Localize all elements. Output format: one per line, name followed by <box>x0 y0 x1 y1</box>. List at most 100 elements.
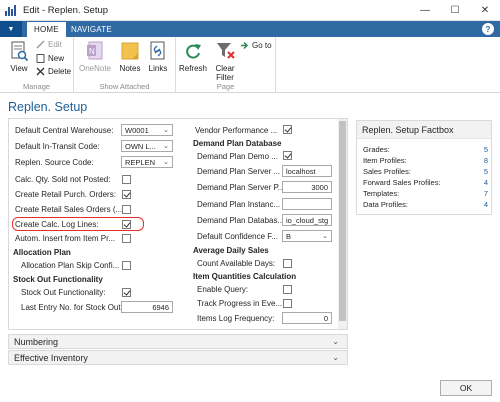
notes-icon <box>120 40 140 62</box>
demand-plan-demo-checkbox[interactable] <box>283 151 292 160</box>
view-button[interactable]: View <box>4 40 34 73</box>
chevron-down-icon: ⌄ <box>163 159 169 166</box>
goto-label: Go to <box>252 41 272 50</box>
field-label: Stock Out Functionality: <box>21 287 106 297</box>
onenote-button[interactable]: N OneNote <box>78 40 112 73</box>
pencil-icon <box>36 40 45 49</box>
app-menu-button[interactable]: ▼ <box>0 21 22 37</box>
links-button[interactable]: Links <box>144 40 172 73</box>
tab-home[interactable]: HOME <box>27 22 66 37</box>
demand-plan-database-field[interactable]: io_cloud_stg <box>282 214 332 226</box>
factbox-label: Forward Sales Profiles: <box>363 178 441 187</box>
maximize-button[interactable]: ☐ <box>440 0 470 21</box>
create-retail-sales-orders-checkbox[interactable] <box>122 205 131 214</box>
field-label: Default Confidence F... <box>197 231 278 241</box>
links-icon <box>148 40 168 62</box>
close-button[interactable]: ✕ <box>470 0 500 21</box>
allocation-plan-header: Allocation Plan <box>13 247 71 257</box>
field-label: Demand Plan Databas... <box>197 215 285 225</box>
stock-out-functionality-checkbox[interactable] <box>122 288 131 297</box>
factbox-value-link[interactable]: 4 <box>484 200 488 210</box>
demand-plan-instance-field[interactable] <box>282 198 332 210</box>
new-button[interactable]: New <box>36 54 64 63</box>
page-caption: Page <box>216 82 235 91</box>
vendor-performance-checkbox[interactable] <box>283 125 292 134</box>
factbox-value-link[interactable]: 8 <box>484 156 488 166</box>
delete-button[interactable]: Delete <box>36 67 71 76</box>
create-retail-purch-orders-checkbox[interactable] <box>122 190 131 199</box>
factbox-label: Data Profiles: <box>363 200 409 209</box>
replen-source-code-select[interactable]: REPLEN ⌄ <box>121 156 173 168</box>
last-entry-no-field[interactable]: 6946 <box>121 301 173 313</box>
goto-button[interactable]: Go to <box>240 41 272 50</box>
edit-button[interactable]: Edit <box>36 40 62 49</box>
field-label: Demand Plan Instanc... <box>197 199 281 209</box>
demand-plan-server-port-field[interactable]: 3000 <box>282 181 332 193</box>
factbox-value-link[interactable]: 5 <box>484 145 488 155</box>
new-document-icon <box>36 54 45 63</box>
tab-navigate[interactable]: NAVIGATE <box>64 22 119 37</box>
factbox-row: Item Profiles: 8 <box>363 156 488 166</box>
replen-setup-factbox: Replen. Setup Factbox Grades: 5 Item Prof… <box>356 120 492 215</box>
factbox-value-link[interactable]: 4 <box>484 178 488 188</box>
factbox-label: Sales Profiles: <box>363 167 411 176</box>
field-label: Create Retail Purch. Orders: <box>15 189 116 199</box>
field-label: Last Entry No. for Stock Out: <box>21 302 123 312</box>
count-available-days-checkbox[interactable] <box>283 259 292 268</box>
autom-insert-from-item-checkbox[interactable] <box>122 234 131 243</box>
select-value: W0001 <box>125 125 149 135</box>
calc-qty-sold-not-posted-checkbox[interactable] <box>122 175 131 184</box>
factbox-row: Forward Sales Profiles: 4 <box>363 178 488 188</box>
refresh-label: Refresh <box>178 64 207 73</box>
clear-filter-label-2: Filter <box>216 73 234 82</box>
app-icon <box>5 4 17 16</box>
help-button[interactable]: ? <box>482 23 494 35</box>
title-bar: Edit - Replen. Setup — ☐ ✕ <box>0 0 500 21</box>
field-label: Items Log Frequency: <box>197 313 275 323</box>
factbox-value-link[interactable]: 5 <box>484 167 488 177</box>
field-label: Default Central Warehouse: <box>15 125 114 135</box>
default-in-transit-code-select[interactable]: OWN L... ⌄ <box>121 140 173 152</box>
chevron-down-icon: ⌄ <box>332 337 339 346</box>
fasttab-numbering[interactable]: Numbering ⌄ <box>8 334 348 349</box>
default-central-warehouse-select[interactable]: W0001 ⌄ <box>121 124 173 136</box>
vertical-scrollbar[interactable] <box>338 119 347 329</box>
factbox-row: Sales Profiles: 5 <box>363 167 488 177</box>
select-value: OWN L... <box>125 141 156 151</box>
track-progress-checkbox[interactable] <box>283 299 292 308</box>
fasttab-effective-inventory[interactable]: Effective Inventory ⌄ <box>8 350 348 365</box>
svg-text:N: N <box>89 47 95 56</box>
field-label: Create Retail Sales Orders (... <box>15 204 123 214</box>
refresh-icon <box>183 40 203 62</box>
enable-query-checkbox[interactable] <box>283 285 292 294</box>
chevron-down-icon: ⌄ <box>322 233 328 240</box>
ok-button[interactable]: OK <box>440 380 492 396</box>
ribbon-group-manage: View Edit New Delete Manage <box>0 37 74 93</box>
refresh-button[interactable]: Refresh <box>178 40 208 73</box>
notes-button[interactable]: Notes <box>116 40 144 73</box>
field-label: Demand Plan Server ... <box>197 166 281 176</box>
factbox-row: Grades: 5 <box>363 145 488 155</box>
demand-plan-server-field[interactable]: localhost <box>282 165 332 177</box>
highlight-annotation <box>12 217 144 231</box>
field-label: Default In-Transit Code: <box>15 141 100 151</box>
manage-caption: Manage <box>22 82 51 91</box>
default-confidence-select[interactable]: B ⌄ <box>282 230 332 242</box>
field-label: Demand Plan Server P... <box>197 182 285 192</box>
field-label: Vendor Performance ... <box>195 125 278 135</box>
field-label: Calc. Qty. Sold not Posted: <box>15 174 111 184</box>
onenote-label: OneNote <box>78 64 112 73</box>
field-label: Demand Plan Demo ... <box>197 151 278 161</box>
clear-filter-button[interactable]: Clear Filter <box>210 40 240 82</box>
field-label: Track Progress in Eve... <box>197 298 283 308</box>
scrollbar-thumb[interactable] <box>339 121 346 321</box>
page-title: Replen. Setup <box>8 100 88 114</box>
field-label: Count Available Days: <box>197 258 276 268</box>
items-log-frequency-field[interactable]: 0 <box>282 312 332 324</box>
field-label: Replen. Source Code: <box>15 157 94 167</box>
factbox-value-link[interactable]: 7 <box>484 189 488 199</box>
item-quantities-calculation-header: Item Quantities Calculation <box>193 271 297 281</box>
minimize-button[interactable]: — <box>410 0 440 21</box>
factbox-label: Grades: <box>363 145 390 154</box>
allocation-plan-skip-checkbox[interactable] <box>122 261 131 270</box>
